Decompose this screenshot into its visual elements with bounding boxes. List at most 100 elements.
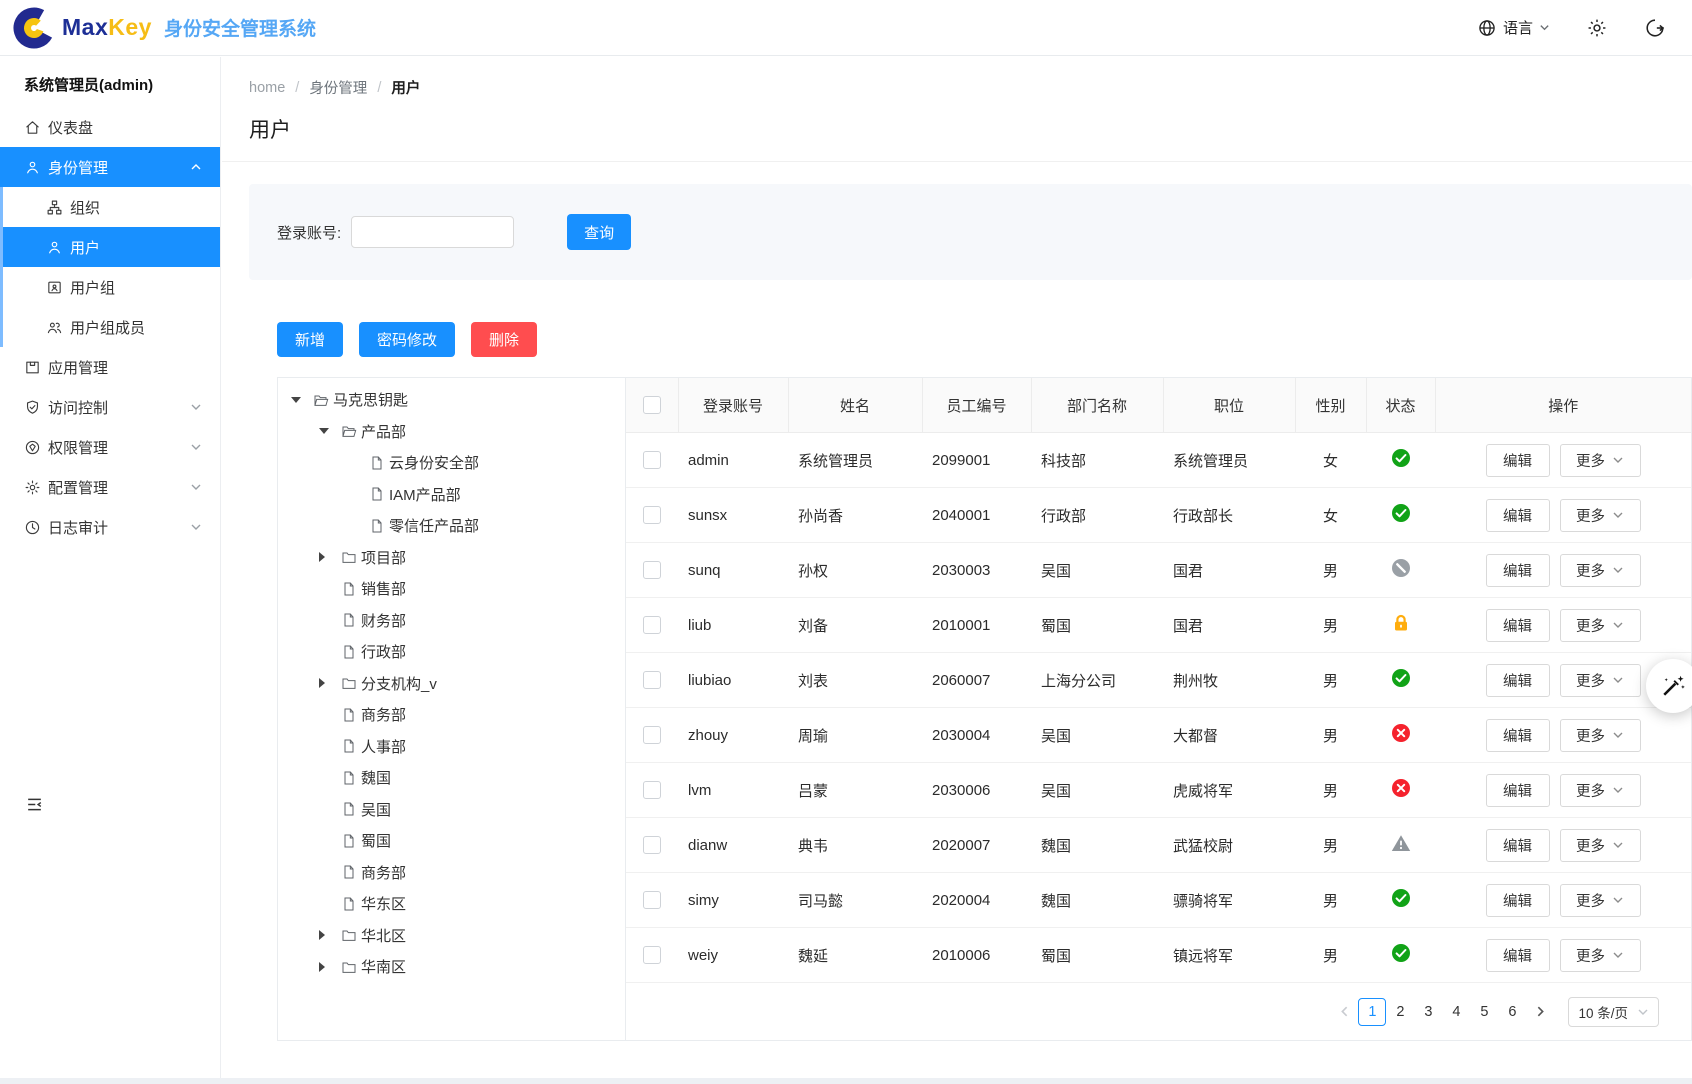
sidebar-item-group-members[interactable]: 用户组成员	[3, 307, 220, 347]
sidebar-item-apps[interactable]: 应用管理	[0, 347, 220, 387]
tree-node[interactable]: 分支机构_v	[278, 668, 625, 700]
settings-gear-icon[interactable]	[1586, 17, 1608, 39]
page-number-1[interactable]: 1	[1358, 998, 1386, 1026]
more-button[interactable]: 更多	[1560, 719, 1641, 752]
tree-node[interactable]: IAM产品部	[278, 479, 625, 511]
more-button[interactable]: 更多	[1560, 554, 1641, 587]
change-password-button[interactable]: 密码修改	[359, 322, 455, 357]
edit-button[interactable]: 编辑	[1486, 829, 1550, 862]
row-checkbox[interactable]	[643, 836, 661, 854]
more-button[interactable]: 更多	[1560, 664, 1641, 697]
breadcrumb-item[interactable]: 身份管理	[309, 77, 367, 98]
edit-button[interactable]: 编辑	[1486, 939, 1550, 972]
status-enabled-icon	[1391, 888, 1411, 908]
tree-node[interactable]: 华东区	[278, 888, 625, 920]
more-button[interactable]: 更多	[1560, 939, 1641, 972]
sidebar-item-identity[interactable]: 身份管理	[0, 147, 220, 187]
tree-node[interactable]: 云身份安全部	[278, 447, 625, 479]
chevron-down-icon	[1612, 784, 1624, 796]
add-button[interactable]: 新增	[277, 322, 343, 357]
page-size-select[interactable]: 10 条/页	[1568, 997, 1659, 1027]
sidebar-item-permission[interactable]: 权限管理	[0, 427, 220, 467]
more-button[interactable]: 更多	[1560, 829, 1641, 862]
sidebar-item-access-control[interactable]: 访问控制	[0, 387, 220, 427]
page-number-3[interactable]: 3	[1414, 998, 1442, 1026]
more-button[interactable]: 更多	[1560, 884, 1641, 917]
chevron-down-icon	[1612, 564, 1624, 576]
tree-node[interactable]: 行政部	[278, 636, 625, 668]
magic-wand-widget[interactable]	[1646, 659, 1692, 713]
more-button[interactable]: 更多	[1560, 444, 1641, 477]
column-header: 部门名称	[1031, 378, 1163, 433]
query-button[interactable]: 查询	[567, 214, 631, 250]
delete-button[interactable]: 删除	[471, 322, 537, 357]
tree-node[interactable]: 零信任产品部	[278, 510, 625, 542]
status-disabled-icon	[1391, 778, 1411, 798]
tree-node[interactable]: 销售部	[278, 573, 625, 605]
breadcrumb-item[interactable]: home	[249, 80, 285, 96]
page-number-5[interactable]: 5	[1470, 998, 1498, 1026]
tree-node[interactable]: 商务部	[278, 699, 625, 731]
tree-node[interactable]: 人事部	[278, 731, 625, 763]
cell-login: sunsx	[678, 488, 788, 543]
more-button[interactable]: 更多	[1560, 499, 1641, 532]
tree-node[interactable]: 魏国	[278, 762, 625, 794]
tree-node[interactable]: 华南区	[278, 951, 625, 983]
row-checkbox[interactable]	[643, 616, 661, 634]
tree-node[interactable]: 产品部	[278, 416, 625, 448]
tree-node[interactable]: 吴国	[278, 794, 625, 826]
edit-button[interactable]: 编辑	[1486, 499, 1550, 532]
cell-dept: 上海分公司	[1031, 653, 1163, 708]
logout-icon[interactable]	[1644, 17, 1666, 39]
row-checkbox[interactable]	[643, 671, 661, 689]
language-switcher[interactable]: 语言	[1477, 17, 1550, 38]
login-account-input[interactable]	[351, 216, 514, 248]
row-checkbox[interactable]	[643, 561, 661, 579]
row-checkbox[interactable]	[643, 506, 661, 524]
row-checkbox[interactable]	[643, 781, 661, 799]
sidebar-item-user-group[interactable]: 用户组	[3, 267, 220, 307]
page-prev-icon[interactable]	[1330, 998, 1358, 1026]
edit-button[interactable]: 编辑	[1486, 664, 1550, 697]
row-checkbox[interactable]	[643, 726, 661, 744]
edit-button[interactable]: 编辑	[1486, 444, 1550, 477]
tree-node[interactable]: 财务部	[278, 605, 625, 637]
cell-name: 魏延	[788, 928, 922, 983]
edit-button[interactable]: 编辑	[1486, 719, 1550, 752]
edit-button[interactable]: 编辑	[1486, 774, 1550, 807]
tree-node[interactable]: 商务部	[278, 857, 625, 889]
maxkey-logo-icon	[12, 6, 56, 50]
page-next-icon[interactable]	[1526, 998, 1554, 1026]
edit-button[interactable]: 编辑	[1486, 609, 1550, 642]
tree-caret-down-icon[interactable]	[291, 397, 301, 403]
sidebar-item-config[interactable]: 配置管理	[0, 467, 220, 507]
sidebar-item-user[interactable]: 用户	[3, 227, 220, 267]
tree-caret-right-icon[interactable]	[319, 930, 329, 940]
tree-caret-right-icon[interactable]	[319, 678, 329, 688]
menu-fold-icon[interactable]	[25, 795, 44, 814]
select-all-checkbox[interactable]	[643, 396, 661, 414]
tree-caret-right-icon[interactable]	[319, 552, 329, 562]
status-inactive-icon	[1391, 833, 1411, 853]
page-number-6[interactable]: 6	[1498, 998, 1526, 1026]
tree-node[interactable]: 项目部	[278, 542, 625, 574]
page-number-2[interactable]: 2	[1386, 998, 1414, 1026]
edit-button[interactable]: 编辑	[1486, 884, 1550, 917]
row-checkbox[interactable]	[643, 891, 661, 909]
more-button[interactable]: 更多	[1560, 609, 1641, 642]
sidebar-item-org[interactable]: 组织	[3, 187, 220, 227]
chevron-down-icon	[1612, 619, 1624, 631]
tree-node[interactable]: 蜀国	[278, 825, 625, 857]
row-checkbox[interactable]	[643, 946, 661, 964]
row-checkbox[interactable]	[643, 451, 661, 469]
tree-node[interactable]: 马克思钥匙	[278, 384, 625, 416]
tree-caret-down-icon[interactable]	[319, 428, 329, 434]
tree-node[interactable]: 华北区	[278, 920, 625, 952]
more-button[interactable]: 更多	[1560, 774, 1641, 807]
tree-caret-right-icon[interactable]	[319, 962, 329, 972]
users-table: 登录账号姓名员工编号部门名称职位性别状态操作 admin 系统管理员 20990…	[626, 378, 1691, 983]
sidebar-item-audit[interactable]: 日志审计	[0, 507, 220, 547]
page-number-4[interactable]: 4	[1442, 998, 1470, 1026]
edit-button[interactable]: 编辑	[1486, 554, 1550, 587]
sidebar-item-dashboard[interactable]: 仪表盘	[0, 107, 220, 147]
